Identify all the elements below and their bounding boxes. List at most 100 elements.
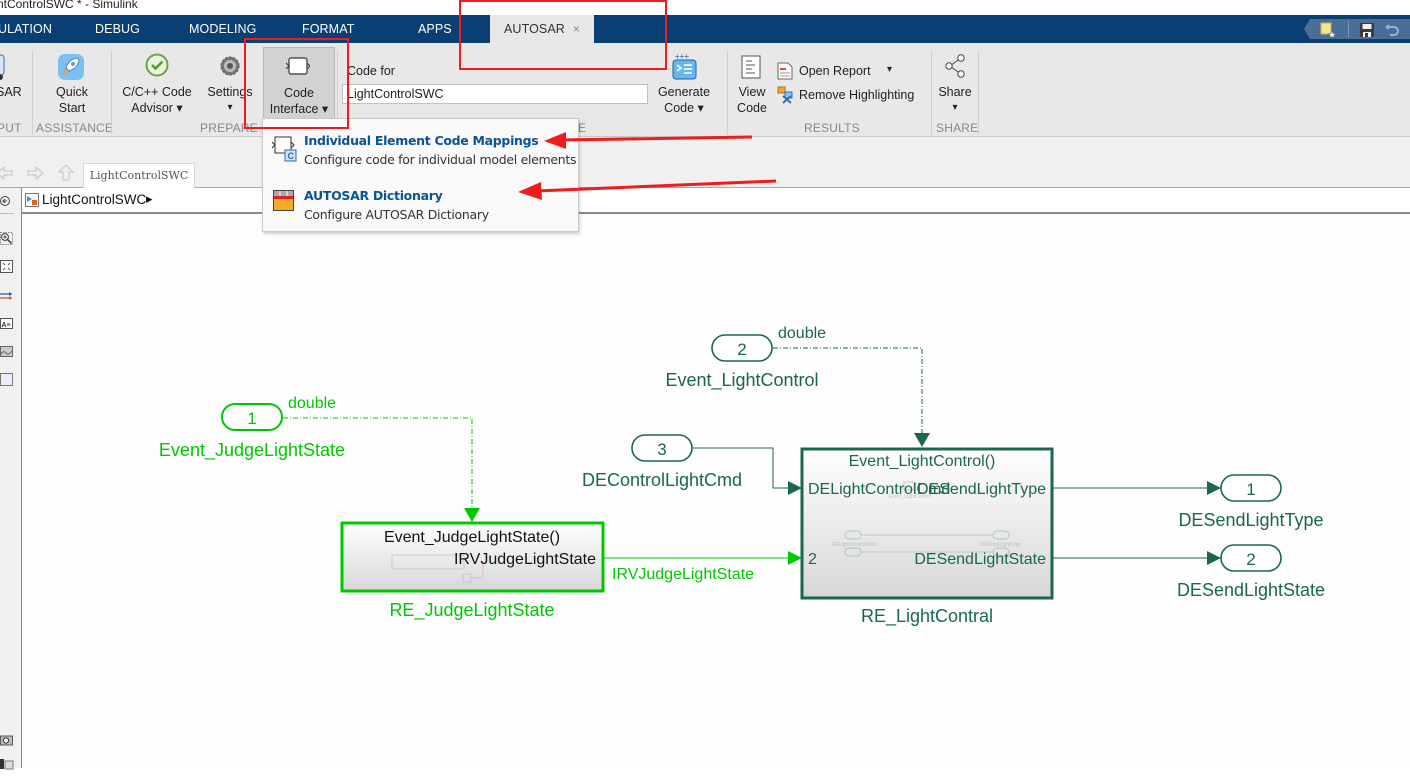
inport-2-name: Event_LightControl [665, 370, 818, 391]
group-label-results: RESULTS [804, 121, 860, 135]
re-light-contral-subsystem[interactable]: Event_LightControl DELightControlCmd DES… [800, 447, 1054, 600]
settings-gear-icon [219, 55, 241, 82]
trigger-arrow-judge [464, 508, 480, 522]
up-arrow-icon[interactable] [57, 164, 75, 187]
forward-arrow-icon[interactable] [26, 165, 44, 186]
outport-1-name: DESendLightType [1178, 510, 1323, 530]
annotation-box-code-interface [244, 38, 349, 129]
undo-icon[interactable] [1384, 22, 1399, 36]
group-label-share: SHARE [936, 121, 979, 135]
signal-lines-icon[interactable] [0, 289, 14, 301]
hide-explorer-icon[interactable] [0, 194, 14, 206]
menu-item-description: Configure code for individual model elem… [304, 152, 577, 167]
share-button[interactable]: Share ▾ [934, 84, 976, 116]
code-for-label: Code for [347, 64, 395, 78]
quick-start-button[interactable]: Quick Start [50, 84, 94, 116]
left-tool-palette: A≡ [0, 188, 22, 770]
outport-1-number: 1 [1246, 480, 1255, 499]
fit-to-view-icon[interactable] [0, 260, 14, 273]
inport-1-type-label: double [288, 395, 336, 412]
svg-text:C: C [288, 151, 295, 161]
group-divider [727, 51, 728, 135]
breadcrumb-arrow-icon[interactable]: ▸ [146, 191, 153, 207]
inport-2-block[interactable]: 2 [711, 334, 773, 362]
annotation-box-autosar-tab [459, 0, 667, 70]
signal-event-light-control[interactable] [773, 347, 923, 436]
model-icon [25, 193, 39, 210]
group-divider [931, 51, 932, 135]
out-1-arrow [1207, 481, 1221, 495]
inport-2-type-label: double [778, 325, 826, 342]
model-navigation-bar: LightControlSWC [0, 137, 1410, 188]
camera-icon[interactable] [0, 733, 14, 746]
zoom-in-icon[interactable] [0, 232, 14, 245]
menu-item-title: AUTOSAR Dictionary [304, 188, 443, 203]
outport-2-block[interactable]: 2 [1220, 544, 1282, 572]
control-input-port-2-label: 2 [808, 551, 817, 568]
inport-1-name: Event_JudgeLightState [159, 440, 345, 461]
group-label-assistance: ASSISTANCE [36, 121, 114, 135]
inport-3-name: DEControlLightCmd [582, 470, 742, 490]
save-icon[interactable] [1359, 22, 1374, 37]
inport-2-number: 2 [737, 340, 746, 359]
area-icon[interactable] [0, 373, 14, 386]
re-judge-light-state-subsystem[interactable]: Event_JudgeLightState() IRVJudgeLightSta… [340, 521, 605, 593]
annotation-icon[interactable]: A≡ [0, 317, 14, 329]
model-browser-icon[interactable] [0, 758, 14, 770]
group-label-output: PUT [0, 121, 22, 135]
outport-1-block[interactable]: 1 [1220, 474, 1282, 502]
code-advisor-button[interactable]: C/C++ Code Advisor ▾ [118, 84, 196, 116]
irv-arrow [788, 551, 802, 565]
signal-event-judge[interactable] [283, 417, 473, 512]
ribbon-toolstrip: SAR PUT Quick Start ASSISTANCE C/C++ Cod… [0, 43, 1410, 137]
open-report-dropdown-arrow[interactable]: ▾ [887, 64, 892, 75]
model-tab[interactable]: LightControlSWC [83, 163, 195, 188]
generate-code-icon: +++ [672, 52, 698, 86]
svg-text:A≡: A≡ [2, 322, 11, 329]
favorite-icon[interactable] [1320, 22, 1337, 39]
remove-highlight-icon [777, 86, 795, 107]
cmd-arrow [788, 481, 802, 495]
tab-apps[interactable]: APPS [418, 15, 452, 43]
svg-text:DELightControlCmd: DELightControlCmd [832, 542, 877, 548]
autosar-output-button[interactable]: SAR [0, 84, 22, 100]
code-mappings-icon: C [271, 134, 298, 167]
back-arrow-icon[interactable] [0, 165, 14, 186]
model-canvas[interactable]: 1 Event_JudgeLightState double Event_Jud… [22, 214, 1410, 768]
tab-debug[interactable]: DEBUG [95, 15, 140, 43]
breadcrumb-model-link[interactable]: LightControlSWC [42, 192, 146, 207]
image-icon[interactable] [0, 345, 14, 357]
window-title: ntControlSWC * - Simulink [0, 0, 138, 11]
control-output-port-2-label: DESendLightState [914, 551, 1046, 568]
outport-2-number: 2 [1246, 550, 1255, 569]
out-2-arrow [1207, 551, 1221, 565]
code-for-model-field[interactable] [342, 84, 648, 104]
inport-3-number: 3 [657, 440, 666, 459]
breadcrumb: LightControlSWC ▸ [22, 188, 1410, 214]
menu-item-autosar-dictionary[interactable]: AUTOSAR Dictionary Configure AUTOSAR Dic… [263, 176, 578, 226]
autosar-output-icon [0, 53, 8, 86]
control-output-port-1-label: DESendLightType [917, 481, 1046, 498]
rocket-icon [57, 53, 85, 86]
tab-simulation[interactable]: ULATION [0, 15, 52, 43]
inport-1-block[interactable]: 1 [221, 403, 283, 431]
generate-code-button[interactable]: Generate Code ▾ [652, 84, 716, 116]
judge-trigger-label: Event_JudgeLightState() [384, 529, 560, 546]
group-divider [32, 51, 33, 135]
irv-signal-label: IRVJudgeLightState [612, 566, 754, 583]
group-divider [978, 51, 979, 135]
svg-text:DESendLightType: DESendLightType [981, 542, 1022, 548]
judge-output-port-label: IRVJudgeLightState [454, 551, 596, 568]
control-subsystem-name: RE_LightContral [861, 606, 993, 627]
report-icon [777, 62, 793, 83]
inport-1-number: 1 [247, 409, 256, 428]
control-trigger-label: Event_LightControl() [849, 453, 996, 470]
inport-3-block[interactable]: 3 [631, 434, 693, 462]
window-title-bar: ntControlSWC * - Simulink [0, 0, 1410, 15]
ribbon-tab-strip: ULATION DEBUG MODELING FORMAT APPS AUTOS… [0, 15, 1410, 43]
menu-item-description: Configure AUTOSAR Dictionary [304, 207, 489, 222]
judge-subsystem-name: RE_JudgeLightState [389, 600, 554, 621]
view-code-button[interactable]: View Code [734, 84, 770, 116]
code-interface-dropdown-menu: C Individual Element Code Mappings Confi… [262, 118, 579, 232]
quick-access-toolbar [1304, 19, 1410, 39]
